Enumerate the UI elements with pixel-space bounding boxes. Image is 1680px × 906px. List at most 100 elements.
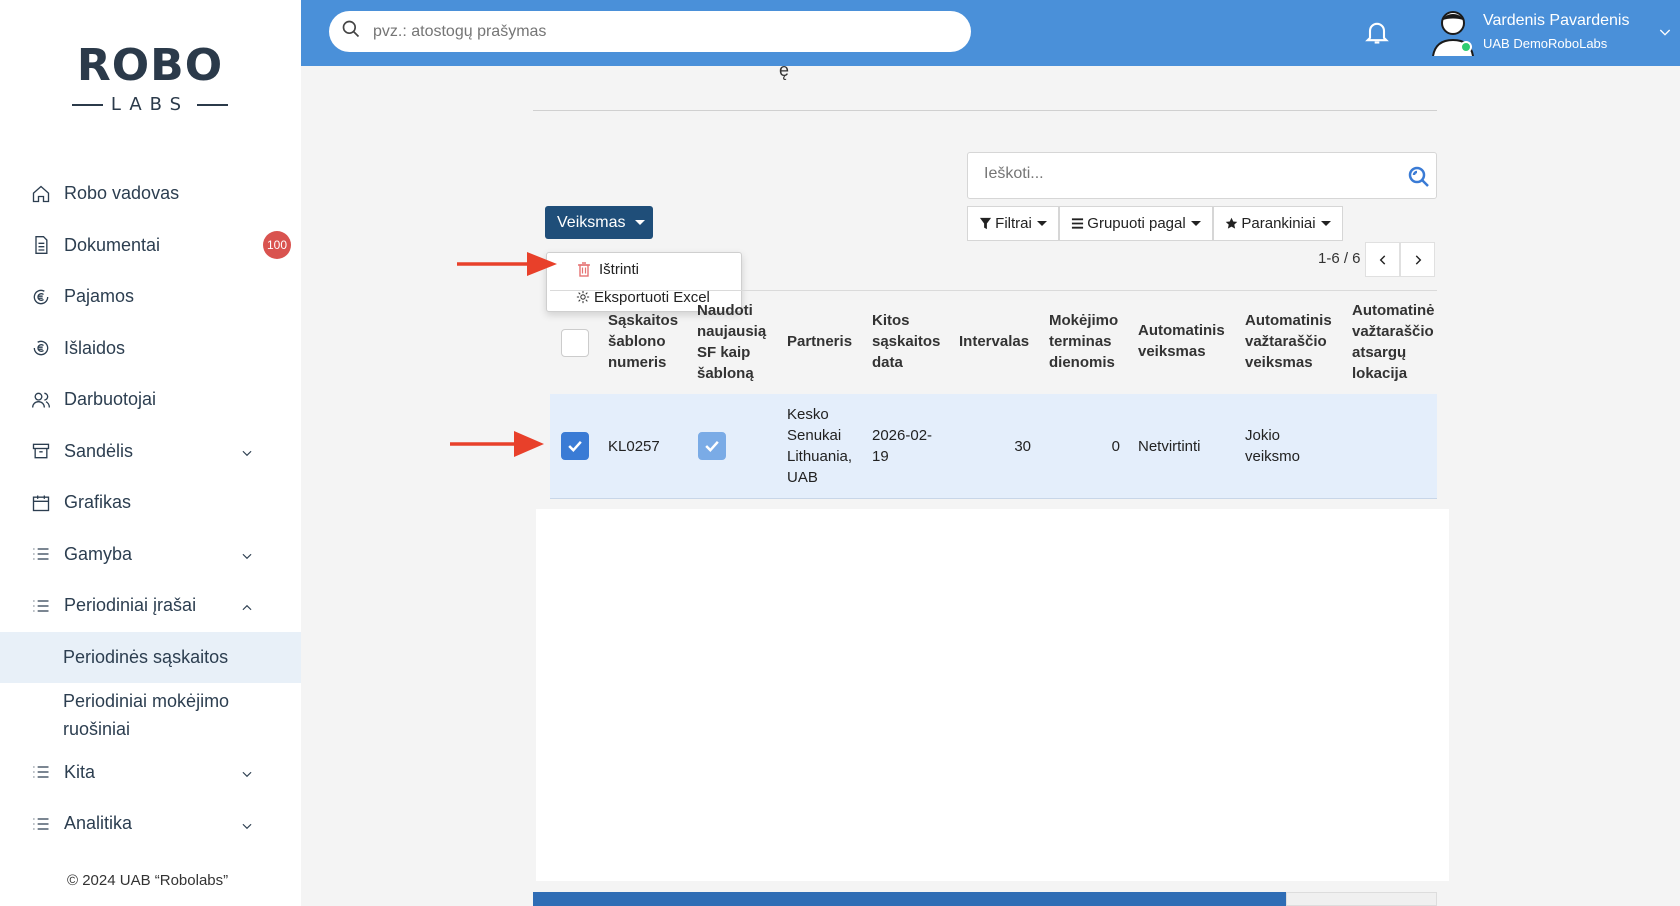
sidebar-item-sandelis[interactable]: Sandėlis (0, 426, 301, 478)
chevron-down-icon[interactable] (240, 444, 254, 458)
sidebar-item-label: Grafikas (64, 492, 132, 513)
pager-prev-button[interactable] (1365, 242, 1400, 277)
table-top-border (550, 290, 1437, 291)
cell-template-number: KL0257 (608, 438, 660, 455)
caret-down-icon (1036, 221, 1047, 226)
bars-icon (1072, 218, 1084, 229)
pager-counter: 1-6 / 6 (1318, 250, 1361, 267)
documents-count-badge: 100 (263, 231, 291, 260)
global-search[interactable] (329, 11, 971, 52)
search-icon[interactable] (1407, 165, 1431, 189)
cell-auto-waybill-action: Jokio veiksmo (1245, 427, 1301, 465)
arrow-icon (450, 430, 546, 457)
menu-item-delete[interactable]: Ištrinti (547, 255, 743, 283)
sidebar-item-label: Darbuotojai (64, 389, 157, 410)
sidebar-item-label: Pajamos (64, 286, 135, 307)
sidebar-item-label: Išlaidos (64, 337, 126, 358)
menu-item-label: Eksportuoti Excel (594, 288, 710, 306)
arrow-icon (457, 251, 559, 277)
chevron-right-icon (1415, 254, 1421, 265)
group-by-label: Grupuoti pagal (1087, 215, 1186, 232)
row-select-checkbox[interactable] (561, 432, 589, 460)
divider (533, 110, 1437, 111)
pager-next-button[interactable] (1400, 242, 1435, 277)
favorites-label: Parankiniai (1241, 215, 1316, 232)
column-header-next-date[interactable]: Kitos sąskaitos data (872, 310, 952, 373)
column-header-use-latest[interactable]: Naudoti naujausią SF kaip šabloną (697, 300, 777, 384)
global-search-input[interactable] (373, 22, 933, 41)
gear-icon (576, 289, 590, 305)
euro-in-icon (30, 286, 52, 308)
sidebar-subitem-periodines-saskaitos[interactable]: Periodinės sąskaitos (0, 631, 301, 683)
favorites-button[interactable]: Parankiniai (1213, 206, 1343, 241)
horizontal-scrollbar-track[interactable] (1286, 892, 1437, 906)
cell-auto-action: Netvirtinti (1138, 438, 1201, 455)
chevron-down-icon[interactable] (1657, 24, 1673, 40)
list-icon (30, 761, 52, 783)
logo-sub: LABS (72, 94, 228, 115)
sidebar-item-label: Analitika (64, 813, 133, 834)
logo-line-right (197, 103, 228, 106)
sidebar-item-pajamos[interactable]: Pajamos (0, 271, 301, 323)
sidebar-item-label: Kita (64, 761, 96, 782)
column-header-interval[interactable]: Intervalas (959, 331, 1039, 352)
chevron-left-icon (1379, 254, 1385, 265)
column-header-template-number[interactable]: Sąskaitos šablono numeris (608, 310, 688, 373)
column-header-auto-action[interactable]: Automatinis veiksmas (1138, 320, 1238, 362)
sidebar-item-label: Gamyba (64, 543, 133, 564)
bell-icon[interactable] (1363, 18, 1391, 46)
sidebar-item-grafikas[interactable]: Grafikas (0, 477, 301, 529)
list-icon (30, 813, 52, 835)
calendar-icon (30, 492, 52, 514)
column-header-partner[interactable]: Partneris (787, 331, 867, 352)
robolabs-logo[interactable]: ROBO LABS (72, 40, 228, 124)
action-dropdown-button[interactable]: Veiksmas (545, 206, 653, 239)
sidebar-item-label: Robo vadovas (64, 183, 180, 204)
chevron-down-icon[interactable] (240, 817, 254, 831)
select-all-checkbox[interactable] (561, 329, 589, 357)
user-name[interactable]: Vardenis Pavardenis (1483, 12, 1629, 30)
document-icon (30, 234, 52, 256)
sidebar-item-periodiniai-irasai[interactable]: Periodiniai įrašai (0, 580, 301, 632)
logo-line-left (72, 103, 103, 106)
group-by-button[interactable]: Grupuoti pagal (1059, 206, 1213, 241)
sidebar-item-label: Dokumentai (64, 234, 161, 255)
filters-button[interactable]: Filtrai (967, 206, 1059, 241)
filters-label: Filtrai (995, 215, 1032, 232)
online-status-icon (1460, 41, 1472, 53)
sidebar-subitem-periodiniai-mokejimo-ruosiniai[interactable]: Periodiniai mokėjimo ruošiniai (0, 683, 301, 747)
column-header-payment-days[interactable]: Mokėjimo terminas dienomis (1049, 310, 1121, 373)
caret-down-icon (635, 220, 646, 225)
cell-use-latest-checkbox (698, 432, 726, 460)
sidebar-item-darbuotojai[interactable]: Darbuotojai (0, 374, 301, 426)
sidebar-item-dokumentai[interactable]: Dokumentai 100 (0, 220, 301, 272)
sidebar-item-gamyba[interactable]: Gamyba (0, 529, 301, 581)
page-title-remnant: ę (779, 60, 790, 80)
home-icon (30, 183, 52, 205)
sidebar-item-robo-vadovas[interactable]: Robo vadovas (0, 168, 301, 220)
records-search[interactable] (967, 152, 1437, 199)
chevron-down-icon[interactable] (240, 765, 254, 779)
cell-interval: 30 (1014, 438, 1031, 455)
topbar: Vardenis Pavardenis UAB DemoRoboLabs (301, 0, 1680, 66)
column-header-auto-waybill-action[interactable]: Automatinis važtaraščio veiksmas (1245, 310, 1345, 373)
column-header-waybill-location[interactable]: Automatinė važtaraščio atsargų lokacija (1352, 300, 1442, 384)
sidebar-item-islaidos[interactable]: Išlaidos (0, 323, 301, 375)
records-search-input[interactable] (984, 165, 1364, 183)
copyright: © 2024 UAB “Robolabs” (67, 872, 229, 889)
cell-next-date: 2026-02-19 (872, 427, 933, 465)
sidebar-item-analitika[interactable]: Analitika (0, 798, 301, 850)
logo-sub-text: LABS (110, 94, 190, 115)
filter-icon (980, 217, 992, 230)
sidebar-nav: Robo vadovas Dokumentai 100 Pajamos Išla… (0, 168, 301, 850)
euro-out-icon (30, 337, 52, 359)
search-icon (341, 19, 361, 44)
content-panel (536, 509, 1449, 881)
horizontal-scrollbar-thumb[interactable] (533, 892, 1286, 906)
list-icon (30, 543, 52, 565)
sidebar-item-kita[interactable]: Kita (0, 747, 301, 799)
chevron-up-icon[interactable] (240, 599, 254, 613)
trash-icon (577, 261, 591, 277)
cell-payment-days: 0 (1111, 438, 1120, 455)
chevron-down-icon[interactable] (240, 547, 254, 561)
